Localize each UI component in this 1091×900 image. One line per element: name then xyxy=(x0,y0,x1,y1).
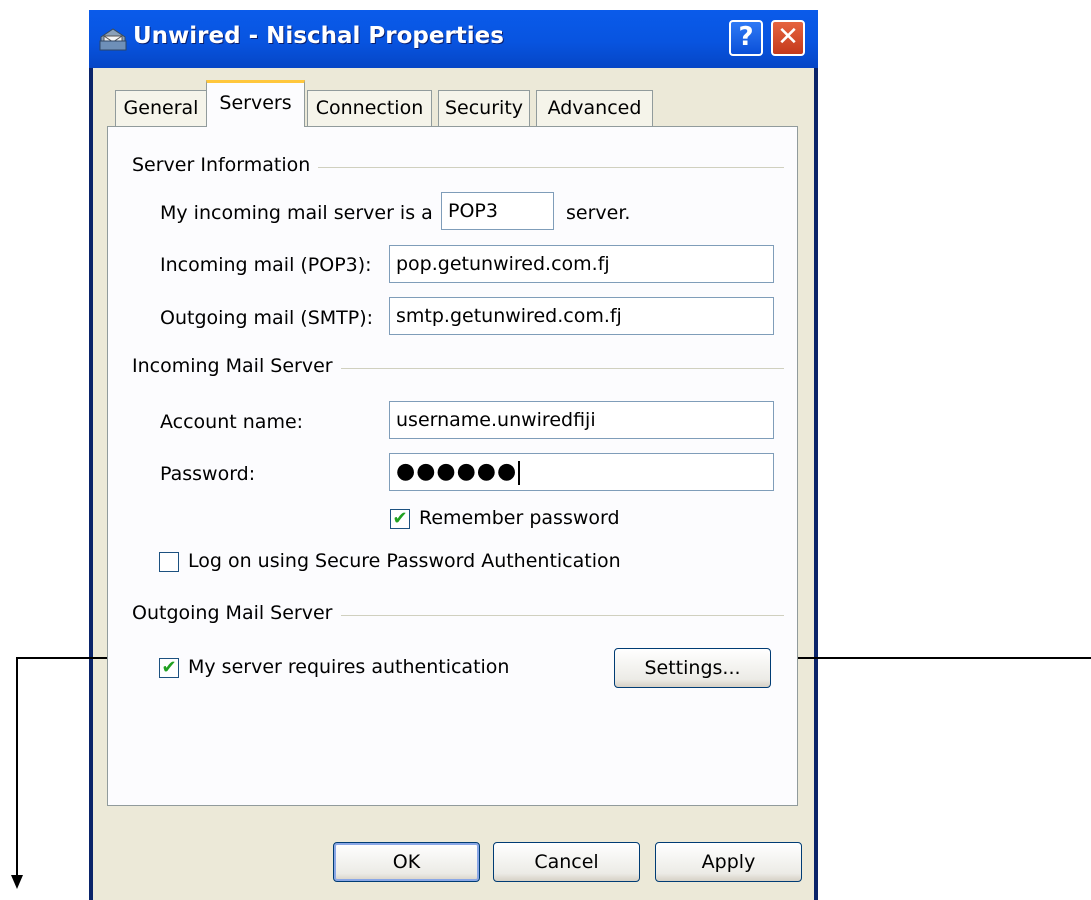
spa-label[interactable]: Log on using Secure Password Authenticat… xyxy=(188,550,621,572)
spa-checkbox[interactable] xyxy=(159,552,179,572)
outgoing-server-input[interactable]: smtp.getunwired.com.fj xyxy=(389,297,774,335)
arrow-down-icon xyxy=(11,875,23,889)
account-name-label: Account name: xyxy=(160,411,304,433)
tab-general[interactable]: General xyxy=(115,90,207,126)
password-value: ●●●●●● xyxy=(396,459,518,484)
smtp-auth-checkbox[interactable]: ✔ xyxy=(159,658,179,678)
incoming-type-label: My incoming mail server is a xyxy=(160,202,433,224)
server-type-field: POP3 xyxy=(441,192,554,230)
password-label: Password: xyxy=(160,463,256,485)
outgoing-mail-label: Outgoing mail (SMTP): xyxy=(160,307,374,329)
remember-password-label[interactable]: Remember password xyxy=(419,507,620,529)
server-info-group-label: Server Information xyxy=(132,154,319,176)
incoming-server-input[interactable]: pop.getunwired.com.fj xyxy=(389,245,774,283)
servers-panel: Server Information My incoming mail serv… xyxy=(107,126,798,806)
mail-account-icon xyxy=(99,28,127,51)
callout-line-down xyxy=(16,657,18,877)
properties-window: Unwired - Nischal Properties ? ✕ General… xyxy=(89,10,818,900)
ok-button[interactable]: OK xyxy=(333,842,480,882)
help-button[interactable]: ? xyxy=(729,20,763,56)
apply-button[interactable]: Apply xyxy=(655,842,802,882)
callout-line-right xyxy=(786,657,1091,659)
settings-button[interactable]: Settings... xyxy=(614,648,771,688)
incoming-mail-label: Incoming mail (POP3): xyxy=(160,254,372,276)
title-bar[interactable]: Unwired - Nischal Properties ? ✕ xyxy=(89,10,818,68)
dialog-body: General Servers Connection Security Adva… xyxy=(93,68,814,900)
tab-security[interactable]: Security xyxy=(438,90,530,126)
outgoing-server-group-label: Outgoing Mail Server xyxy=(132,602,341,624)
account-name-input[interactable]: username.unwiredfiji xyxy=(389,401,774,439)
text-caret xyxy=(518,460,521,485)
password-input[interactable]: ●●●●●● xyxy=(389,453,774,491)
tab-connection[interactable]: Connection xyxy=(307,90,432,126)
window-title: Unwired - Nischal Properties xyxy=(133,23,504,49)
cancel-button[interactable]: Cancel xyxy=(493,842,640,882)
tab-servers[interactable]: Servers xyxy=(206,80,305,127)
smtp-auth-label[interactable]: My server requires authentication xyxy=(188,656,509,678)
incoming-server-group-label: Incoming Mail Server xyxy=(132,355,341,377)
remember-password-checkbox[interactable]: ✔ xyxy=(390,509,410,529)
tab-advanced[interactable]: Advanced xyxy=(536,90,653,126)
close-button[interactable]: ✕ xyxy=(771,20,805,56)
server-suffix-label: server. xyxy=(566,202,631,224)
